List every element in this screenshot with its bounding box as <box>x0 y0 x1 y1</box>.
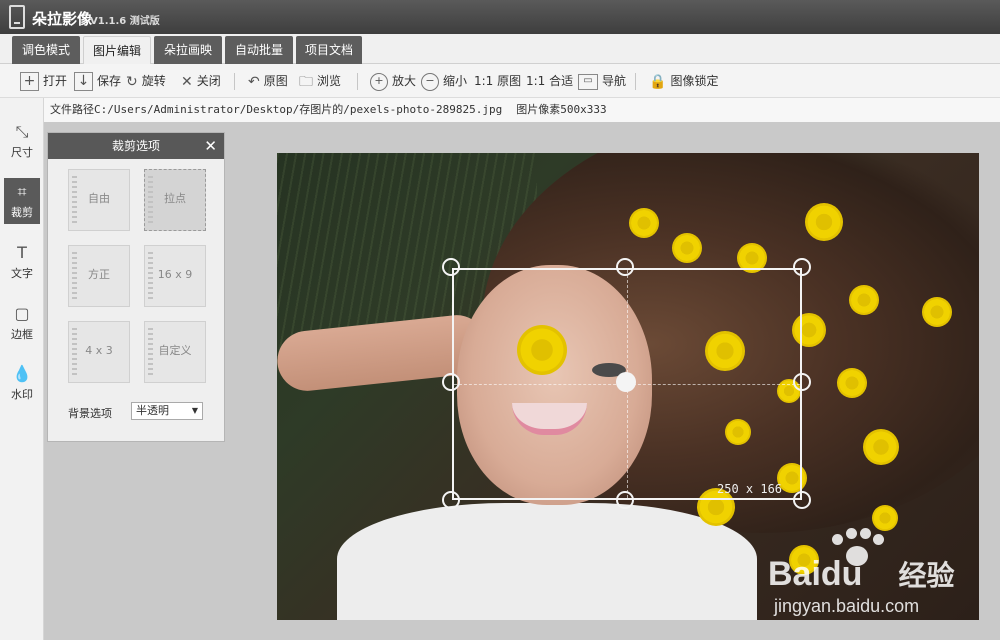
crop-center-handle[interactable] <box>616 372 636 392</box>
chevron-down-icon: ▼ <box>191 406 198 415</box>
sidebar-item-crop[interactable]: ⌗ 裁剪 <box>4 178 40 224</box>
tab-color-mode[interactable]: 调色模式 <box>12 36 80 64</box>
lock-image-button[interactable]: 🔒 图像锁定 <box>649 70 718 92</box>
tab-image-edit[interactable]: 图片编辑 <box>83 36 151 64</box>
crop-handle-bottom[interactable] <box>616 491 634 509</box>
crop-option-4x3[interactable]: 4 x 3 <box>68 321 130 383</box>
crop-handle-right[interactable] <box>793 373 811 391</box>
tab-auto-batch[interactable]: 自动批量 <box>225 36 293 64</box>
file-info-bar: 文件路径C:/Users/Administrator/Desktop/存图片的/… <box>44 98 1000 122</box>
toolbar-divider <box>635 73 636 90</box>
ratio-original-button[interactable]: 1:1 原图 <box>474 70 521 92</box>
photo-flower <box>805 203 843 241</box>
crop-option-square[interactable]: 方正 <box>68 245 130 307</box>
image-pixels: 图片像素500x333 <box>516 103 607 116</box>
zoom-in-icon: + <box>370 72 388 91</box>
rotate-icon: ↻ <box>126 73 138 90</box>
resize-icon: ⤡ <box>15 122 29 141</box>
save-button[interactable]: ↓ 保存 <box>74 70 121 92</box>
app-title: 朵拉影像 <box>32 10 93 28</box>
photo-flower <box>922 297 952 327</box>
original-button[interactable]: ↶ 原图 <box>248 70 288 92</box>
download-arrow-icon: ↓ <box>74 72 93 91</box>
crop-option-free[interactable]: 自由 <box>68 169 130 231</box>
ratio-fit-button[interactable]: 1:1 合适 <box>526 70 573 92</box>
crop-handle-top-left[interactable] <box>442 258 460 276</box>
sidebar-item-size[interactable]: ⤡ 尺寸 <box>4 118 40 164</box>
photo-flower <box>837 368 867 398</box>
watermark-url: jingyan.baidu.com <box>774 596 920 616</box>
lock-icon: 🔒 <box>649 73 667 90</box>
crop-option-custom[interactable]: 自定义 <box>144 321 206 383</box>
text-icon: T <box>17 243 27 262</box>
photo-shirt <box>337 503 757 620</box>
baidu-watermark: Baidu 经验 <box>768 555 955 593</box>
folder-icon: 🗀 <box>299 73 313 90</box>
zoom-out-icon: − <box>421 72 439 91</box>
app-logo-icon <box>9 5 25 29</box>
close-icon: ✕ <box>181 73 193 90</box>
toolbar-divider <box>357 73 358 90</box>
close-button[interactable]: ✕ 关闭 <box>181 70 221 92</box>
photo-flower <box>629 208 659 238</box>
crop-size-readout: 250 x 166 <box>717 482 783 496</box>
crop-panel-title: 裁剪选项 <box>111 139 160 153</box>
sidebar-item-watermark[interactable]: 💧 水印 <box>4 360 40 406</box>
undo-icon: ↶ <box>248 73 260 90</box>
sidebar-item-border[interactable]: ▢ 边框 <box>4 300 40 346</box>
zoom-out-button[interactable]: − 缩小 <box>421 70 467 92</box>
app-version: V1.1.6 测试版 <box>90 16 160 27</box>
background-option-select[interactable]: 半透明 ▼ <box>131 402 203 420</box>
plus-icon: + <box>20 72 39 91</box>
title-bar: 朵拉影像 V1.1.6 测试版 <box>0 0 1000 34</box>
crop-option-drag-points[interactable]: 拉点 <box>144 169 206 231</box>
sidebar-item-text[interactable]: T 文字 <box>4 239 40 285</box>
sidebar: ⤡ 尺寸 ⌗ 裁剪 T 文字 ▢ 边框 💧 水印 <box>0 98 44 640</box>
watermark-icon: 💧 <box>12 364 32 383</box>
browse-button[interactable]: 🗀 浏览 <box>299 70 341 92</box>
tab-dora-slideshow[interactable]: 朵拉画映 <box>154 36 222 64</box>
crop-options-panel: 裁剪选项 ✕ 自由 拉点 方正 16 x 9 4 x 3 自定义 背景选项 半透… <box>47 132 225 442</box>
photo-flower <box>672 233 702 263</box>
rotate-button[interactable]: ↻ 旋转 <box>126 70 166 92</box>
open-button[interactable]: + 打开 <box>20 70 67 92</box>
toolbar-divider <box>234 73 235 90</box>
photo-flower <box>849 285 879 315</box>
tab-bar: 调色模式 图片编辑 朵拉画映 自动批量 项目文档 <box>0 34 1000 64</box>
navigate-button[interactable]: ▭ 导航 <box>578 70 626 92</box>
photo-flower <box>863 429 899 465</box>
crop-handle-bottom-left[interactable] <box>442 491 460 509</box>
crop-icon: ⌗ <box>17 182 27 201</box>
close-icon[interactable]: ✕ <box>204 133 217 159</box>
border-icon: ▢ <box>14 304 30 323</box>
crop-handle-top[interactable] <box>616 258 634 276</box>
toolbar: + 打开 ↓ 保存 ↻ 旋转 ✕ 关闭 ↶ 原图 🗀 浏览 + 放大 − 缩小 1:1 原图 1… <box>0 64 1000 98</box>
crop-panel-header: 裁剪选项 ✕ <box>48 133 224 159</box>
crop-handle-left[interactable] <box>442 373 460 391</box>
file-path: 文件路径C:/Users/Administrator/Desktop/存图片的/… <box>50 103 503 116</box>
background-option-label: 背景选项 <box>68 407 112 420</box>
tab-project-docs[interactable]: 项目文档 <box>296 36 362 64</box>
navigator-icon: ▭ <box>578 73 598 90</box>
crop-handle-bottom-right[interactable] <box>793 491 811 509</box>
zoom-in-button[interactable]: + 放大 <box>370 70 416 92</box>
crop-option-16x9[interactable]: 16 x 9 <box>144 245 206 307</box>
crop-handle-top-right[interactable] <box>793 258 811 276</box>
